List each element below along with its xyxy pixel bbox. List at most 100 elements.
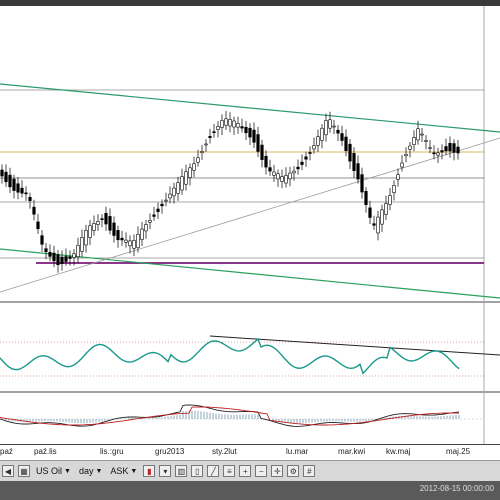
candle-body xyxy=(272,171,276,176)
candle-body xyxy=(224,118,228,126)
candle-body xyxy=(244,126,248,134)
candle-body xyxy=(312,145,316,150)
candle-body xyxy=(204,143,208,146)
chart-window: paź paź.lis lis.:gru gru2013 sty.2lut lu.mar m… xyxy=(0,0,500,500)
candle-body xyxy=(388,195,392,205)
candle-body xyxy=(232,120,236,128)
candle-body xyxy=(248,127,252,138)
candle-body xyxy=(120,237,124,241)
candle-body xyxy=(284,174,288,184)
candle-body xyxy=(168,193,172,199)
chart-toolbar: ◀ ▦ US Oil ▼ day ▼ ASK ▼ ▮ ▾ ▥ ▯ ╱ ≡ + − ✛ … xyxy=(0,460,500,481)
chevron-down-icon: ▼ xyxy=(130,467,138,475)
grid-icon[interactable]: # xyxy=(303,465,316,477)
candle-body xyxy=(396,174,400,180)
candle-body xyxy=(448,143,452,152)
candle-body xyxy=(116,230,120,241)
candle-body xyxy=(180,176,184,191)
candle-body xyxy=(364,191,368,205)
timeframe-value: day xyxy=(78,466,94,476)
candle-body xyxy=(424,140,428,142)
candle-body xyxy=(340,133,344,141)
chart-type-icon[interactable]: ▦ xyxy=(18,465,30,477)
candle-body xyxy=(108,216,112,231)
chevron-down-icon: ▼ xyxy=(64,467,71,475)
fibonacci-icon[interactable]: ≡ xyxy=(223,465,236,477)
candle-body xyxy=(96,221,100,225)
candle-body xyxy=(36,221,40,230)
candle-body xyxy=(124,239,128,243)
candle-body xyxy=(384,203,388,215)
candle-body xyxy=(76,244,80,258)
candle-chart-icon[interactable]: ▯ xyxy=(191,465,204,477)
candle-body xyxy=(432,152,436,155)
symbol-select[interactable]: US Oil ▼ xyxy=(34,464,73,478)
candle-body xyxy=(184,171,188,185)
status-timestamp: 2012-08-15 00:00:00 xyxy=(419,484,494,493)
arrow-left-icon[interactable]: ◀ xyxy=(2,465,14,477)
candle-body xyxy=(200,150,204,154)
price-side-select[interactable]: ASK ▼ xyxy=(108,464,139,478)
candle-body xyxy=(408,145,412,150)
candle-body xyxy=(276,173,280,180)
candle-body xyxy=(8,174,12,188)
candle-body xyxy=(360,174,364,193)
candle-body xyxy=(324,120,328,136)
time-axis-label: paź.lis xyxy=(34,447,57,456)
zoom-out-icon[interactable]: − xyxy=(255,465,268,477)
candle-body xyxy=(368,207,372,218)
candle-body xyxy=(44,248,48,252)
candle-body xyxy=(420,133,424,136)
candle-body xyxy=(60,256,64,264)
zoom-in-icon[interactable]: + xyxy=(239,465,252,477)
candle-body xyxy=(296,166,300,170)
time-axis-label: paź xyxy=(0,447,13,456)
candle-body xyxy=(20,187,24,194)
candle-body xyxy=(64,256,68,262)
candle-body xyxy=(172,187,176,197)
candle-body xyxy=(268,167,272,172)
candle-body xyxy=(260,144,264,160)
bar-chart-icon[interactable]: ▥ xyxy=(175,465,188,477)
candle-body xyxy=(208,136,212,138)
candle-body xyxy=(72,253,76,258)
time-axis: paź paź.lis lis.:gru gru2013 sty.2lut lu.mar m… xyxy=(0,444,500,461)
dropdown-icon[interactable]: ▾ xyxy=(159,465,172,477)
candle-body xyxy=(4,171,8,183)
candle-body xyxy=(104,213,108,225)
candle-body xyxy=(192,163,196,171)
candle-body xyxy=(216,126,220,130)
symbol-value: US Oil xyxy=(36,466,63,476)
candle-body xyxy=(308,152,312,154)
candle-body xyxy=(356,163,360,180)
candle-body xyxy=(88,225,92,238)
candle-body xyxy=(348,143,352,162)
candle-body xyxy=(436,152,440,156)
candle-body xyxy=(196,157,200,163)
chart-area[interactable] xyxy=(0,6,500,444)
candle-body xyxy=(212,131,216,133)
candle-body xyxy=(32,206,36,215)
candle-body xyxy=(12,178,16,191)
candle-body xyxy=(440,150,444,153)
line-chart-icon[interactable]: ╱ xyxy=(207,465,220,477)
candle-body xyxy=(132,240,136,249)
candle-body xyxy=(240,126,244,129)
candle-body xyxy=(84,230,88,246)
candle-body xyxy=(288,172,292,180)
time-axis-label: mar.kwi xyxy=(338,447,366,456)
settings-icon[interactable]: ⚙ xyxy=(287,465,300,477)
crosshair-icon[interactable]: ✛ xyxy=(271,465,284,477)
candle-body xyxy=(156,208,160,212)
indicator-icon[interactable]: ▮ xyxy=(143,465,156,477)
timeframe-select[interactable]: day ▼ xyxy=(77,464,104,478)
candle-body xyxy=(412,137,416,145)
candle-body xyxy=(236,123,240,128)
candle-body xyxy=(380,209,384,225)
candle-body xyxy=(68,256,72,259)
candle-body xyxy=(164,199,168,202)
candle-body xyxy=(256,134,260,152)
candle-body xyxy=(92,223,96,231)
candle-body xyxy=(56,254,60,266)
candle-body xyxy=(304,156,308,160)
